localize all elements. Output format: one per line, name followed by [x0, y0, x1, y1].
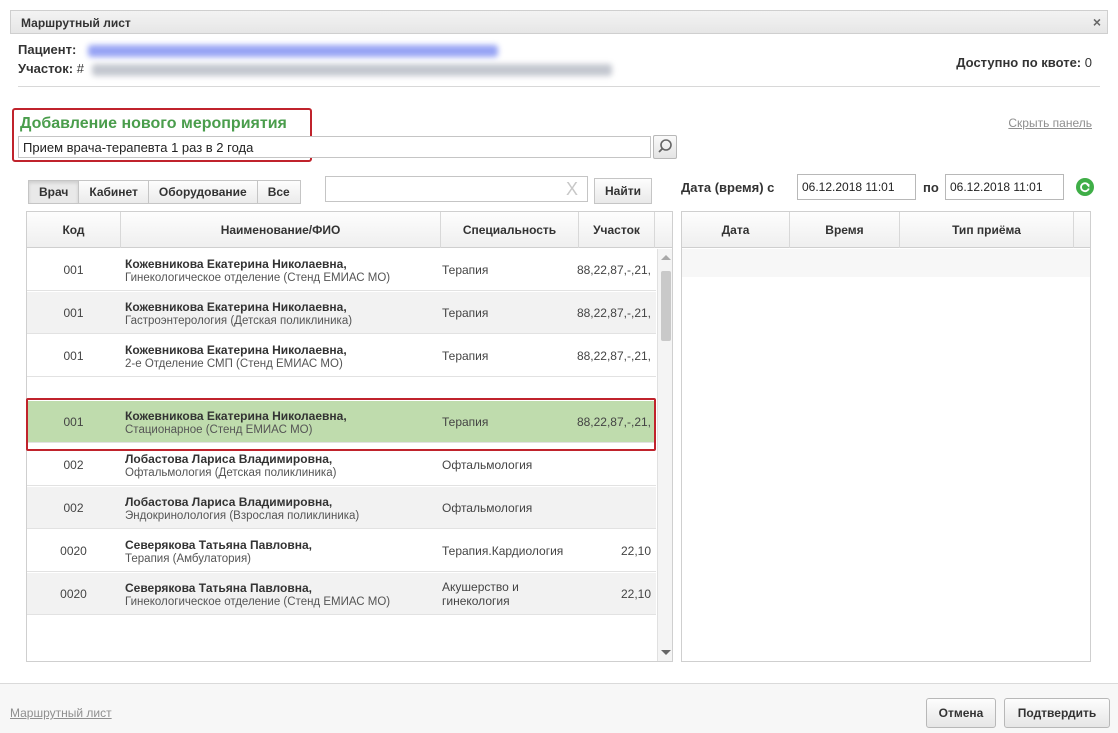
tab-all[interactable]: Все	[256, 180, 301, 204]
search-icon	[657, 138, 673, 157]
doctor-name: Кожевникова Екатерина Николаевна,	[125, 256, 347, 271]
column-header-date[interactable]: Дата	[682, 212, 790, 248]
cell-code: 0020	[60, 587, 87, 601]
cell-specialty: Акушерство и гинекология	[442, 580, 519, 608]
cell-name: Кожевникова Екатерина Николаевна, Гинекол…	[125, 249, 435, 291]
table-row[interactable]: 001 Кожевникова Екатерина Николаевна, Гин…	[27, 249, 656, 291]
doctor-name: Кожевникова Екатерина Николаевна,	[125, 299, 347, 314]
department: Терапия (Амбулатория)	[125, 552, 252, 565]
uchastok-info: Участок: #	[18, 61, 612, 76]
column-header-time[interactable]: Время	[790, 212, 900, 248]
department: Офтальмология (Детская поликлиника)	[125, 466, 337, 479]
add-event-title: Добавление нового мероприятия	[20, 115, 287, 132]
department: Гинекологическое отделение (Стенд ЕМИАС …	[125, 595, 391, 608]
cancel-button[interactable]: Отмена	[926, 698, 996, 728]
table-row[interactable]: 0020 Северякова Татьяна Павловна, Терапия…	[27, 530, 656, 572]
resource-table-header: Код Наименование/ФИО Специальность Участ…	[27, 212, 672, 248]
dialog-title: Маршрутный лист	[21, 16, 131, 30]
patient-info: Пациент:	[18, 42, 498, 57]
cell-uchastok: 88,22,87,-,21,	[576, 263, 651, 277]
event-search-button[interactable]	[653, 135, 677, 159]
cell-uchastok: 88,22,87,-,21,	[576, 306, 651, 320]
cell-specialty: Терапия	[442, 263, 489, 277]
header-divider	[18, 86, 1100, 87]
doctor-name: Лобастова Лариса Владимировна,	[125, 451, 333, 466]
cell-code: 002	[63, 501, 84, 515]
date-to-input[interactable]	[945, 174, 1064, 200]
schedule-table-header: Дата Время Тип приёма	[682, 212, 1090, 248]
uchastok-prefix: #	[76, 61, 84, 76]
selected-row-highlight	[26, 398, 656, 451]
close-icon[interactable]: ×	[1087, 11, 1107, 33]
refresh-icon[interactable]	[1076, 178, 1094, 196]
schedule-empty-row	[682, 249, 1090, 277]
doctor-name: Лобастова Лариса Владимировна,	[125, 494, 333, 509]
cell-specialty: Терапия	[442, 306, 489, 320]
cell-name: Северякова Татьяна Павловна, Терапия (Амб…	[125, 530, 435, 572]
column-header-code[interactable]: Код	[27, 212, 121, 248]
cell-uchastok: 88,22,87,-,21,	[576, 349, 651, 363]
cell-code: 001	[63, 349, 84, 363]
cell-code: 001	[63, 306, 84, 320]
cell-specialty: Офтальмология	[442, 501, 533, 515]
uchastok-value-redacted	[91, 63, 612, 76]
cell-code: 001	[63, 263, 84, 277]
scroll-thumb[interactable]	[661, 271, 671, 341]
resource-tabs: Врач Кабинет Оборудование Все	[28, 180, 301, 204]
cell-specialty: Терапия	[442, 349, 489, 363]
cell-name: Северякова Татьяна Павловна, Гинекологиче…	[125, 573, 435, 615]
department: Эндокринолология (Взрослая поликлиника)	[125, 509, 360, 522]
dialog-footer: Маршрутный лист Отмена Подтвердить	[0, 683, 1118, 733]
scroll-down-icon[interactable]	[661, 650, 671, 655]
doctor-name: Северякова Татьяна Павловна,	[125, 580, 312, 595]
cell-code: 0020	[60, 544, 87, 558]
department: Гастроэнтерология (Детская поликлиника)	[125, 314, 353, 327]
hide-panel-link[interactable]: Скрыть панель	[1008, 116, 1092, 130]
patient-name-redacted	[87, 44, 498, 57]
schedule-table: Дата Время Тип приёма	[681, 211, 1091, 662]
date-from-label: Дата (время) с	[681, 180, 775, 195]
doctor-name: Северякова Татьяна Павловна,	[125, 537, 312, 552]
route-sheet-link[interactable]: Маршрутный лист	[10, 706, 112, 720]
cell-name: Кожевникова Екатерина Николаевна, 2-е Отд…	[125, 335, 435, 377]
date-from-input[interactable]	[797, 174, 916, 200]
cell-name: Кожевникова Екатерина Николаевна, Гастроэ…	[125, 292, 435, 334]
table-row[interactable]: 001 Кожевникова Екатерина Николаевна, Гас…	[27, 292, 656, 334]
uchastok-label: Участок:	[18, 61, 74, 76]
quota-info: Доступно по квоте: 0	[956, 55, 1092, 70]
date-to-label: по	[923, 180, 939, 195]
department: 2-е Отделение СМП (Стенд ЕМИАС МО)	[125, 357, 343, 370]
table-row[interactable]: 001 Кожевникова Екатерина Николаевна, 2-е…	[27, 335, 656, 377]
event-input[interactable]	[18, 136, 651, 158]
filter-input[interactable]	[325, 176, 588, 202]
cell-specialty: Терапия.Кардиология	[442, 544, 564, 558]
quota-value: 0	[1084, 55, 1092, 70]
tab-cabinet[interactable]: Кабинет	[78, 180, 149, 204]
find-button[interactable]: Найти	[594, 178, 652, 204]
cell-name: Лобастова Лариса Владимировна, Эндокринол…	[125, 487, 435, 529]
cell-uchastok: 22,10	[620, 544, 651, 558]
cell-uchastok	[579, 487, 653, 529]
table-row[interactable]: 0020 Северякова Татьяна Павловна, Гинекол…	[27, 573, 656, 615]
patient-label: Пациент:	[18, 42, 77, 57]
column-header-uchastok[interactable]: Участок	[579, 212, 655, 248]
scroll-up-icon[interactable]	[661, 255, 671, 260]
cell-uchastok: 22,10	[620, 587, 651, 601]
table-row[interactable]: 002 Лобастова Лариса Владимировна, Эндокр…	[27, 487, 656, 529]
clear-icon[interactable]: X	[566, 180, 578, 198]
doctor-name: Кожевникова Екатерина Николаевна,	[125, 342, 347, 357]
column-header-appointment-type[interactable]: Тип приёма	[900, 212, 1074, 248]
quota-label: Доступно по квоте:	[956, 55, 1082, 70]
department: Гинекологическое отделение (Стенд ЕМИАС …	[125, 271, 391, 284]
column-header-name[interactable]: Наименование/ФИО	[121, 212, 441, 248]
dialog-titlebar: Маршрутный лист ×	[10, 10, 1108, 34]
confirm-button[interactable]: Подтвердить	[1004, 698, 1110, 728]
tab-doctor[interactable]: Врач	[28, 180, 80, 204]
column-header-specialty[interactable]: Специальность	[441, 212, 579, 248]
table-scrollbar[interactable]	[657, 249, 672, 661]
tab-equipment[interactable]: Оборудование	[147, 180, 258, 204]
